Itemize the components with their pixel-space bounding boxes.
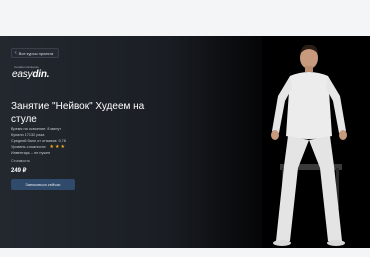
course-title: Занятие "Нейвок" Худеем на стуле — [11, 101, 145, 125]
back-button-label: Все курсы проекта — [18, 50, 54, 56]
star-icon: ★ — [49, 143, 54, 150]
arrow-left-icon: ‹ — [15, 49, 17, 56]
course-details: Время на освоение: 8 минут Купили 17132 … — [11, 126, 66, 156]
back-to-courses-button[interactable]: ‹ Все курсы проекта — [11, 48, 60, 58]
logo-part-2: din. — [32, 69, 50, 80]
difficulty-stars: ★ ★ ★ — [49, 143, 65, 150]
logo-pretitle: Онлайн-платформа — [14, 65, 39, 69]
course-hero: ‹ Все курсы проекта Онлайн-платформа eas… — [0, 36, 370, 248]
star-icon: ★ — [60, 143, 65, 150]
brand-logo[interactable]: Онлайн-платформа easydin. — [12, 65, 50, 80]
detail-equipment: Инвентарь – не нужен — [11, 151, 51, 155]
enroll-button[interactable]: Записаться сейчас — [11, 179, 75, 190]
price-value: 249 ₽ — [11, 168, 27, 174]
price-label: Стоимость — [11, 159, 31, 163]
instructor-photo — [262, 36, 370, 248]
star-icon: ★ — [54, 143, 60, 150]
logo-part-1: easy — [12, 69, 33, 80]
